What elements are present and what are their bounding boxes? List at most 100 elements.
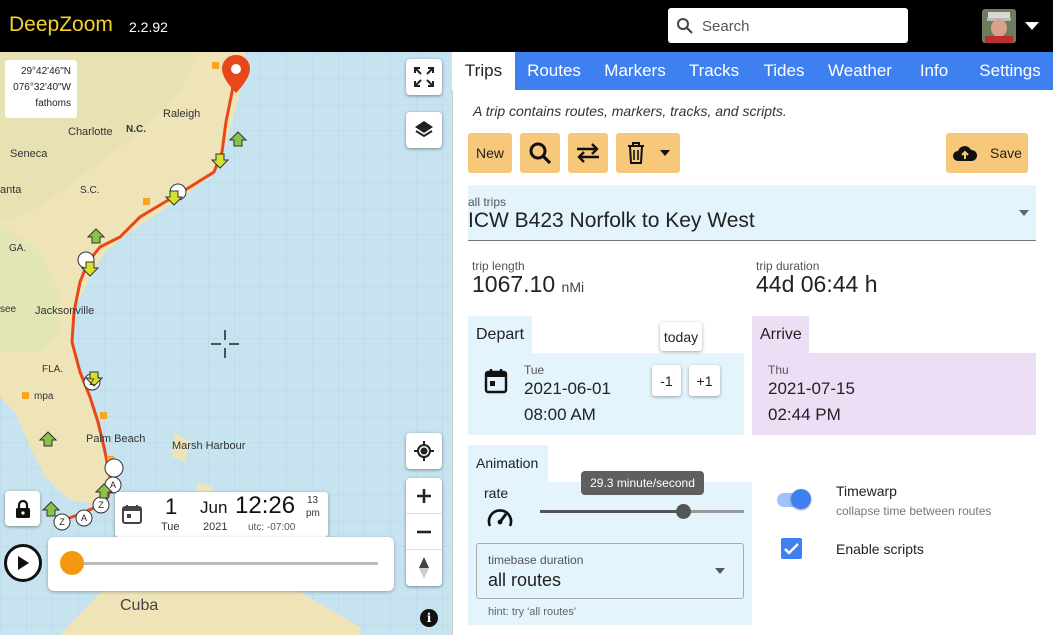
minus-day-button[interactable]: -1 — [652, 365, 681, 396]
playback-bar — [48, 537, 394, 591]
lock-icon — [15, 499, 30, 518]
enable-scripts-label: Enable scripts — [836, 541, 924, 557]
save-trip-button[interactable]: Save — [946, 133, 1028, 173]
rate-slider-fill — [540, 510, 683, 513]
time-utc-offset: utc: -07:00 — [248, 522, 296, 533]
trash-icon — [628, 142, 644, 164]
playback-thumb[interactable] — [60, 551, 84, 575]
compass-icon — [419, 557, 429, 579]
tab-settings[interactable]: Settings — [972, 52, 1048, 90]
tab-routes[interactable]: Routes — [519, 52, 589, 90]
depart-time[interactable]: 08:00 AM — [524, 405, 596, 425]
depart-date[interactable]: 2021-06-01 — [524, 379, 611, 399]
cloud-upload-icon — [953, 146, 978, 161]
time-month: Jun — [200, 498, 228, 517]
map-label: FLA. — [42, 364, 64, 375]
arrive-tab: Arrive — [752, 316, 809, 353]
app-title: DeepZoom — [9, 13, 113, 36]
map-label: Charlotte — [68, 126, 113, 138]
search-trip-button[interactable] — [520, 133, 560, 173]
app-version: 2.2.92 — [129, 19, 168, 35]
time-clock: 12:26 — [235, 492, 296, 519]
compass-button[interactable] — [406, 550, 442, 586]
save-label: Save — [990, 145, 1022, 161]
tab-info[interactable]: Info — [912, 52, 956, 90]
lock-button[interactable] — [5, 491, 40, 526]
map-label: GA. — [9, 243, 27, 254]
new-trip-button[interactable]: New — [468, 133, 512, 173]
play-icon — [18, 556, 29, 570]
svg-text:Z: Z — [59, 517, 65, 527]
chart-map[interactable]: ZZAZA Raleigh N.C. Charlotte Seneca S.C.… — [0, 52, 452, 635]
depth-unit: fathoms — [35, 98, 71, 109]
trip-length-number: 1067.10 — [472, 271, 556, 297]
map-label: anta — [0, 184, 22, 196]
trip-length-unit: nMi — [561, 279, 585, 295]
cursor-coordinates: 29°42'46"N 076°32'40"W fathoms — [5, 60, 77, 118]
today-button[interactable]: today — [660, 322, 702, 351]
plus-day-button[interactable]: +1 — [689, 365, 720, 396]
search-box[interactable] — [668, 8, 908, 43]
zoom-controls — [406, 478, 442, 586]
time-year: 2021 — [203, 521, 228, 533]
swap-button[interactable] — [568, 133, 608, 173]
swap-icon — [577, 143, 599, 163]
zoom-out-button[interactable] — [406, 514, 442, 550]
svg-text:Z: Z — [89, 377, 95, 387]
plus-icon — [417, 488, 431, 503]
minus-icon — [417, 530, 431, 533]
trip-length-value: 1067.10 nMi — [472, 271, 584, 298]
map-label: S.C. — [80, 185, 100, 196]
playback-track — [72, 562, 378, 565]
timewarp-description: collapse time between routes — [836, 504, 992, 518]
tab-tides[interactable]: Tides — [755, 52, 813, 90]
trip-select-value: ICW B423 Norfolk to Key West — [468, 209, 755, 232]
enable-scripts-checkbox[interactable] — [781, 538, 802, 559]
timewarp-toggle[interactable] — [791, 489, 811, 509]
tab-markers[interactable]: Markers — [594, 52, 676, 90]
search-input[interactable] — [702, 14, 897, 38]
layers-icon — [415, 121, 433, 138]
calendar-icon[interactable] — [484, 368, 508, 394]
map-label: Cuba — [120, 597, 159, 614]
svg-text:Z: Z — [98, 500, 104, 510]
info-button[interactable]: i — [420, 609, 438, 627]
fullscreen-icon — [414, 67, 434, 87]
arrive-date: 2021-07-15 — [768, 379, 855, 398]
svg-text:A: A — [110, 480, 116, 490]
time-seconds: 13 — [307, 495, 319, 506]
map-label: Jacksonville — [35, 305, 95, 317]
timebase-select[interactable]: timebase duration all routes — [476, 543, 744, 599]
depart-weekday: Tue — [524, 363, 545, 377]
rate-slider-thumb[interactable] — [675, 504, 691, 519]
rate-tooltip: 29.3 minute/second — [581, 471, 704, 495]
chevron-down-icon — [1019, 210, 1029, 216]
fullscreen-button[interactable] — [406, 59, 442, 95]
layers-button[interactable] — [406, 112, 442, 148]
rate-label: rate — [484, 485, 509, 501]
time-display[interactable]: 1 Tue Jun 2021 12:26 13 pm utc: -07:00 — [115, 492, 328, 537]
timebase-hint: hint: try 'all routes' — [488, 606, 576, 618]
time-ampm: pm — [306, 508, 320, 519]
avatar[interactable] — [982, 9, 1016, 43]
tab-bar: Trips Routes Markers Tracks Tides Weathe… — [452, 52, 1053, 90]
chevron-down-icon — [715, 568, 725, 574]
svg-text:A: A — [81, 513, 87, 523]
map-label: Marsh Harbour — [172, 440, 246, 452]
tab-trips[interactable]: Trips — [452, 52, 515, 90]
search-icon — [529, 142, 552, 165]
tab-tracks[interactable]: Tracks — [681, 52, 747, 90]
play-button[interactable] — [4, 544, 42, 582]
chevron-down-icon — [660, 150, 670, 156]
chevron-down-icon[interactable] — [1024, 21, 1040, 31]
zoom-in-button[interactable] — [406, 478, 442, 514]
animation-tab: Animation — [468, 445, 548, 482]
delete-trip-button[interactable] — [616, 133, 680, 173]
timebase-label: timebase duration — [488, 553, 584, 567]
tab-weather[interactable]: Weather — [822, 52, 898, 90]
trip-select[interactable]: all trips ICW B423 Norfolk to Key West — [468, 185, 1036, 241]
search-icon — [677, 18, 693, 34]
speedometer-icon — [487, 509, 513, 527]
depart-tab: Depart — [468, 316, 532, 353]
locate-button[interactable] — [406, 433, 442, 469]
